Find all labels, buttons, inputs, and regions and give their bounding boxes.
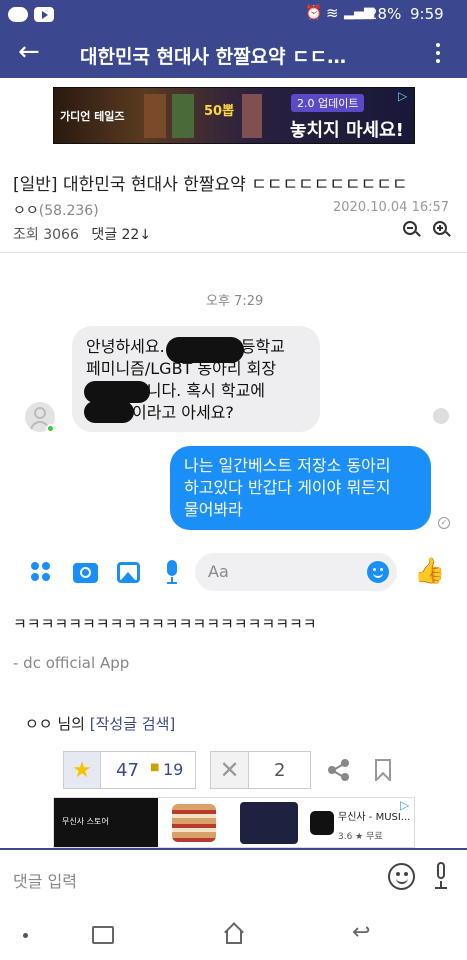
comment-divider [0,848,467,850]
camera-icon[interactable] [73,563,98,583]
upvote-button[interactable]: ★ 47 ■ 19 [63,751,196,789]
alarm-icon: ⏰ [305,5,323,21]
views-label: 조회 [13,227,39,243]
voice-input-icon[interactable] [434,862,448,890]
ad-store-image: 무신사 스토어 [54,798,158,847]
emoticon-icon[interactable] [388,863,415,890]
back-arrow-icon[interactable]: ← [18,37,40,67]
gallery-icon[interactable] [117,562,140,583]
author-search-link[interactable]: [작성글 검색] [90,715,175,733]
ad-badge: 2.0 업데이트 [291,94,365,112]
thumbs-up-icon[interactable]: 👍 [414,556,445,586]
ad-gacha-text: 50뽑 [204,104,235,119]
zoom-out-icon[interactable] [403,221,421,239]
ad-banner-top[interactable]: 가디언 테일즈 50뽑 2.0 업데이트 놓치지 마세요! ▷ [53,87,415,144]
downvote-button[interactable]: ✕ 2 [210,751,311,789]
comment-input[interactable]: 댓글 입력 [13,868,77,892]
ad-character-1 [144,94,166,138]
bookmark-icon[interactable] [375,759,391,787]
redaction-scribble [166,337,244,363]
youtube-icon [34,7,54,22]
post-author[interactable]: ㅇㅇ(58.236) [13,200,99,220]
ad-headline: 놓치지 마세요! [290,120,404,141]
ad-game-title: 가디언 테일즈 [60,110,125,123]
battery-level: 28% [368,5,402,23]
comments-link[interactable]: 댓글 22 [91,227,139,243]
author-line: ㅇㅇ 님의 [작성글 검색] [25,713,175,734]
outgoing-line-2: 하고있다 반갑다 게이야 뭐든지 [184,478,391,497]
system-nav-bar: ↩ [0,910,467,960]
outgoing-bubble: 나는 일간베스트 저장소 동아리 하고있다 반갑다 게이야 뭐든지 물어봐라 [170,446,431,530]
adchoices-icon[interactable]: ▷ [398,89,407,103]
ad-product-jacket [240,802,298,844]
outgoing-line-3: 물어봐라 [184,500,243,519]
message-input[interactable]: Aa [195,553,397,591]
menu-grid-icon[interactable] [30,561,52,583]
ad-product-sweater [172,804,216,842]
post-title: 대한민국 현대사 한짤요약 ㄷㄷㄷㄷㄷㄷㄷㄷㄷㄷ [62,175,408,195]
cross-icon: ✕ [211,752,249,788]
upvote-count: 47 [116,760,139,781]
nav-dot-icon [23,933,28,938]
views-count: 3066 [43,227,79,243]
read-receipt-avatar [433,408,449,424]
home-icon[interactable] [224,922,244,944]
adchoices-icon[interactable]: ▷ [400,798,409,812]
outgoing-line-1: 나는 일간베스트 저장소 동아리 [184,456,391,475]
divider [0,252,467,253]
redaction-scribble [84,381,150,403]
wifi-icon: ≋ [326,4,339,22]
ad-banner-bottom[interactable]: 무신사 스토어 무신사 - MUSI... 3.6 ★ 무료 ▷ [53,797,415,848]
status-bar: ⏰ ≋ ▂▄▆ 28% 9:59 [0,0,467,30]
ad-character-2 [172,94,194,138]
online-dot [46,424,55,433]
downvote-count: 2 [274,760,286,781]
message-time: 오후 7:29 [206,294,264,309]
post-date: 2020.10.04 16:57 [333,200,450,215]
post-body-laugh: ㅋㅋㅋㅋㅋㅋㅋㅋㅋㅋㅋㅋㅋㅋㅋㅋㅋㅋㅋㅋㅋㅋ [13,615,317,633]
ad-app-rating: 3.6 ★ 무료 [338,832,383,842]
post-stats: 조회 3066 댓글 22↓ [13,224,151,244]
share-icon[interactable] [328,759,350,781]
ad-character-3 [242,94,262,138]
author-ip: (58.236) [38,203,99,219]
redaction-scribble [84,401,134,423]
star-icon: ★ [64,752,101,788]
more-options-icon[interactable] [434,42,442,66]
message-placeholder: Aa [208,562,229,581]
app-bar-title: 대한민국 현대사 한짤요약 ㄷㄷ… [80,46,347,68]
post-title-row: [일반] 대한민국 현대사 한짤요약 ㄷㄷㄷㄷㄷㄷㄷㄷㄷㄷ [13,170,408,195]
sent-check-icon: ✓ [438,517,450,529]
author-name: ㅇㅇ [13,203,39,219]
ad-store-name: 무신사 스토어 [62,817,109,826]
emoji-icon[interactable] [367,561,389,583]
zoom-in-icon[interactable] [433,221,451,239]
musinsa-logo-icon [310,811,334,835]
fixed-user-icon: ■ [150,762,160,773]
clock: 9:59 [410,5,444,23]
comments-down-icon: ↓ [139,227,152,243]
chat-icon [8,7,28,22]
author-line-name: ㅇㅇ 님의 [25,715,85,733]
fixed-upvote-count: 19 [163,760,184,779]
back-nav-icon[interactable]: ↩ [352,920,370,945]
recent-apps-icon[interactable] [92,926,114,944]
microphone-icon[interactable] [165,560,179,586]
post-category: [일반] [13,175,58,195]
post-signature: - dc official App [13,654,130,672]
app-bar: ← 대한민국 현대사 한짤요약 ㄷㄷ… [0,30,467,78]
